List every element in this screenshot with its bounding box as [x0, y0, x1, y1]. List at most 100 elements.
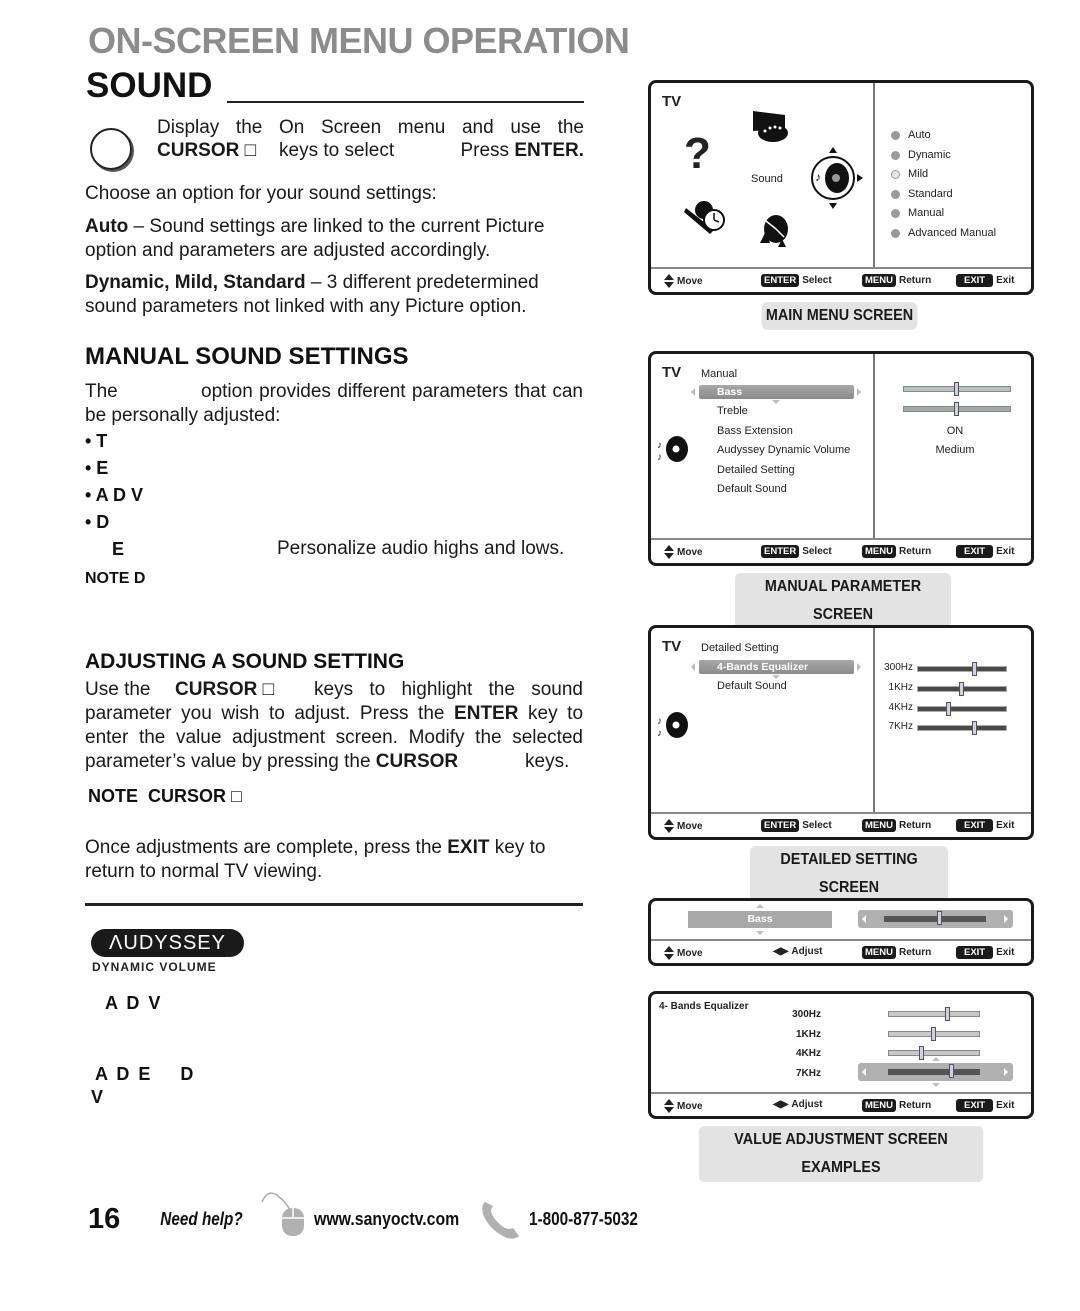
- phone-icon: [482, 1202, 520, 1239]
- return-label: Return: [898, 275, 932, 286]
- menu-item[interactable]: Audyssey Dynamic Volume: [717, 444, 850, 456]
- menu-key: MENU: [862, 819, 896, 832]
- sound-option[interactable]: Auto: [891, 129, 931, 141]
- up-arrow-icon: [756, 904, 764, 908]
- equalizer-adjust-screen: 4- Bands Equalizer 300Hz 1KHz 4KHz 7KHz …: [648, 991, 1034, 1119]
- help-icon[interactable]: ?: [684, 129, 711, 179]
- bass-slider[interactable]: [884, 911, 986, 925]
- slider-thumb[interactable]: [946, 702, 951, 716]
- band-slider[interactable]: [917, 702, 1007, 716]
- exit-instructions: Once adjustments are complete, press the…: [85, 836, 583, 884]
- sub-bullet-text: Personalize audio highs and lows.: [277, 538, 565, 559]
- sound-option[interactable]: Dynamic: [891, 149, 951, 161]
- section-heading: ON-SCREEN MENU OPERATION: [88, 20, 630, 61]
- up-down-arrows-icon: [664, 1099, 674, 1113]
- channel-icon[interactable]: [758, 213, 790, 249]
- slider-thumb[interactable]: [945, 1007, 950, 1021]
- tv-label: TV: [662, 364, 682, 381]
- title-underline: [227, 101, 584, 103]
- exit-label: Exit: [996, 947, 1015, 958]
- slider-thumb[interactable]: [919, 1046, 924, 1060]
- menu-item[interactable]: Default Sound: [717, 680, 787, 692]
- enter-key: ENTER: [761, 274, 800, 287]
- exit-hint: EXIT Exit: [956, 1099, 1014, 1112]
- menu-item-selected[interactable]: Bass: [699, 385, 854, 399]
- radio-icon: [891, 189, 900, 199]
- select-label: Select: [802, 820, 832, 831]
- band-slider[interactable]: [888, 1007, 980, 1021]
- cursor-key-label: CURSOR □: [175, 679, 275, 700]
- band-slider[interactable]: [917, 721, 1007, 735]
- sound-menu-icon[interactable]: ♪: [809, 145, 869, 211]
- move-label: Move: [677, 275, 703, 287]
- text: keys.: [525, 751, 570, 772]
- adjust-hint: ◀▶ Adjust: [773, 946, 823, 957]
- remote-button-icon: [90, 128, 132, 170]
- menu-item[interactable]: Treble: [717, 405, 748, 417]
- manual-parameter-caption: MANUAL PARAMETER SCREEN: [735, 573, 951, 629]
- sound-option[interactable]: Advanced Manual: [891, 227, 996, 239]
- menu-item[interactable]: Bass Extension: [717, 425, 793, 437]
- press-enter: Press ENTER.: [460, 139, 584, 163]
- section-divider: [85, 903, 583, 906]
- right-arrow-icon: [857, 388, 861, 396]
- select-hint: ENTER Select: [761, 819, 832, 832]
- bass-slider[interactable]: [903, 382, 1011, 396]
- speaker-icon: ♪ ♪: [657, 436, 688, 463]
- slider-thumb[interactable]: [937, 911, 942, 925]
- bass-value-label[interactable]: Bass: [688, 911, 832, 928]
- slider-thumb[interactable]: [949, 1064, 954, 1078]
- menu-item[interactable]: Default Sound: [717, 483, 787, 495]
- select-hint: ENTER Select: [761, 545, 832, 558]
- exit-key: EXIT: [956, 274, 994, 287]
- text: parameter’s value by pressing the: [85, 751, 371, 772]
- bass-adjust-track[interactable]: [858, 910, 1013, 928]
- slider-thumb[interactable]: [972, 721, 977, 735]
- sound-option[interactable]: Manual: [891, 207, 944, 219]
- menu-item[interactable]: Detailed Setting: [717, 464, 795, 476]
- band-adjust-track[interactable]: [858, 1063, 1013, 1081]
- tv-label: TV: [662, 638, 682, 655]
- slider-thumb[interactable]: [972, 662, 977, 676]
- sound-option-selected[interactable]: Mild: [891, 168, 928, 180]
- band-slider[interactable]: [917, 682, 1007, 696]
- adjust-label: Adjust: [791, 946, 823, 957]
- return-label: Return: [898, 947, 932, 958]
- band-slider[interactable]: [888, 1046, 980, 1060]
- enter-key: ENTER: [761, 819, 800, 832]
- sound-option[interactable]: Standard: [891, 188, 953, 200]
- press-text: Press: [460, 140, 510, 161]
- slider-thumb[interactable]: [954, 402, 959, 416]
- setup-icon[interactable]: [684, 198, 730, 238]
- move-hint: Move: [664, 946, 703, 960]
- radio-icon: [891, 228, 900, 238]
- slider-thumb[interactable]: [931, 1027, 936, 1041]
- text: Use the: [85, 679, 151, 700]
- picture-icon[interactable]: [751, 109, 791, 145]
- exit-key: EXIT: [956, 545, 994, 558]
- band-slider[interactable]: [917, 662, 1007, 676]
- phone-number[interactable]: 1-800-877-5032: [529, 1209, 638, 1230]
- band-slider[interactable]: [888, 1027, 980, 1041]
- menu-key: MENU: [862, 545, 896, 558]
- move-hint: Move: [664, 1099, 703, 1113]
- manual-sound-heading: MANUAL SOUND SETTINGS: [85, 343, 409, 370]
- slider-thumb[interactable]: [959, 682, 964, 696]
- exit-hint: EXIT Exit: [956, 946, 1014, 959]
- left-right-arrows-icon: ◀▶: [773, 946, 789, 957]
- left-arrow-icon: [862, 915, 866, 923]
- slider-thumb[interactable]: [954, 382, 959, 396]
- option-label: Standard: [908, 188, 953, 200]
- adjust-line-4: parameter’s value by pressing the CURSOR…: [85, 750, 583, 774]
- menu-item-selected[interactable]: 4-Bands Equalizer: [699, 660, 854, 674]
- screen-footer: Move ENTER Select MENU Return EXIT Exit: [651, 540, 1031, 563]
- left-arrow-icon: [862, 1068, 866, 1076]
- intro-text: keys to select: [279, 140, 395, 161]
- treble-slider[interactable]: [903, 402, 1011, 416]
- screen-divider: [873, 628, 875, 812]
- manual-para: option provides different parameters tha…: [85, 381, 583, 426]
- svg-text:♪: ♪: [815, 170, 821, 184]
- band-slider[interactable]: [888, 1064, 980, 1078]
- website-link[interactable]: www.sanyoctv.com: [314, 1209, 459, 1230]
- return-label: Return: [898, 820, 932, 831]
